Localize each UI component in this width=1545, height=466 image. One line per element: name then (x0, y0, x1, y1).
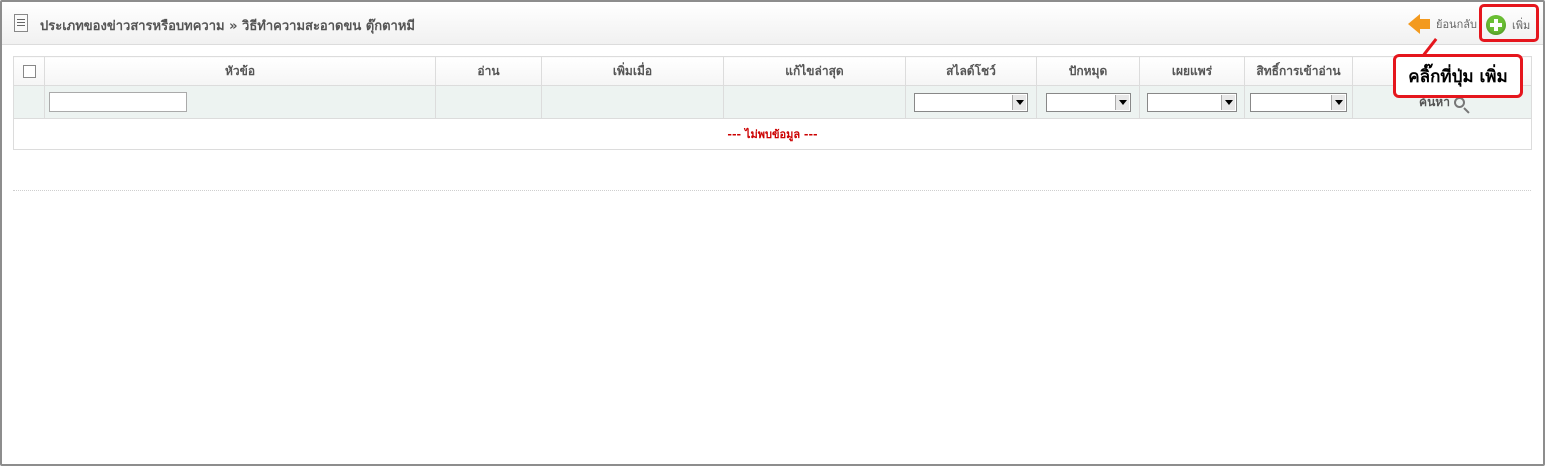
select-all-cell (13, 56, 45, 86)
document-icon (14, 14, 28, 32)
search-icon (1453, 96, 1465, 108)
published-filter-select[interactable] (1147, 92, 1237, 112)
column-header-pinned[interactable]: ปักหมุด (1036, 56, 1140, 86)
slideshow-filter-select[interactable] (914, 92, 1028, 112)
pinned-filter-select[interactable] (1045, 92, 1131, 112)
dropdown-arrow-icon (1012, 94, 1026, 110)
title-filter-input[interactable] (49, 92, 187, 112)
column-header-reads[interactable]: อ่าน (435, 56, 542, 86)
back-label: ย้อนกลับ (1436, 18, 1477, 31)
empty-row: --- ไม่พบข้อมูล --- (13, 118, 1532, 150)
add-button-highlight (1479, 4, 1539, 42)
callout-text: คลิ๊กที่ปุ่ม เพิ่ม (1408, 66, 1508, 87)
dropdown-arrow-icon (1331, 94, 1345, 110)
back-arrow-icon (1408, 14, 1420, 34)
empty-message: --- ไม่พบข้อมูล --- (13, 118, 1532, 150)
column-header-slideshow[interactable]: สไลด์โชว์ (905, 56, 1037, 86)
column-header-created[interactable]: เพิ่มเมื่อ (541, 56, 724, 86)
divider (13, 190, 1531, 191)
select-all-checkbox[interactable] (22, 65, 36, 78)
access-filter-select[interactable] (1250, 92, 1347, 112)
dropdown-arrow-icon (1114, 94, 1129, 110)
column-header-modified[interactable]: แก้ไขล่าสุด (723, 56, 906, 86)
data-table: หัวข้อ อ่าน เพิ่มเมื่อ แก้ไขล่าสุด สไลด์… (13, 56, 1532, 150)
page-header: ประเภทของข่าวสารหรือบทความ » วิธีทำความส… (2, 2, 1543, 45)
filter-row: ค้นหา (13, 85, 1532, 119)
table-header-row: หัวข้อ อ่าน เพิ่มเมื่อ แก้ไขล่าสุด สไลด์… (13, 56, 1532, 86)
column-header-access[interactable]: สิทธิ์การเข้าอ่าน (1244, 56, 1353, 86)
dropdown-arrow-icon (1221, 94, 1235, 110)
column-header-title[interactable]: หัวข้อ (44, 56, 436, 86)
instruction-callout: คลิ๊กที่ปุ่ม เพิ่ม (1393, 54, 1523, 98)
column-header-published[interactable]: เผยแพร่ (1139, 56, 1245, 86)
page-title: ประเภทของข่าวสารหรือบทความ » วิธีทำความส… (40, 19, 415, 34)
back-button[interactable]: ย้อนกลับ (1408, 14, 1477, 34)
